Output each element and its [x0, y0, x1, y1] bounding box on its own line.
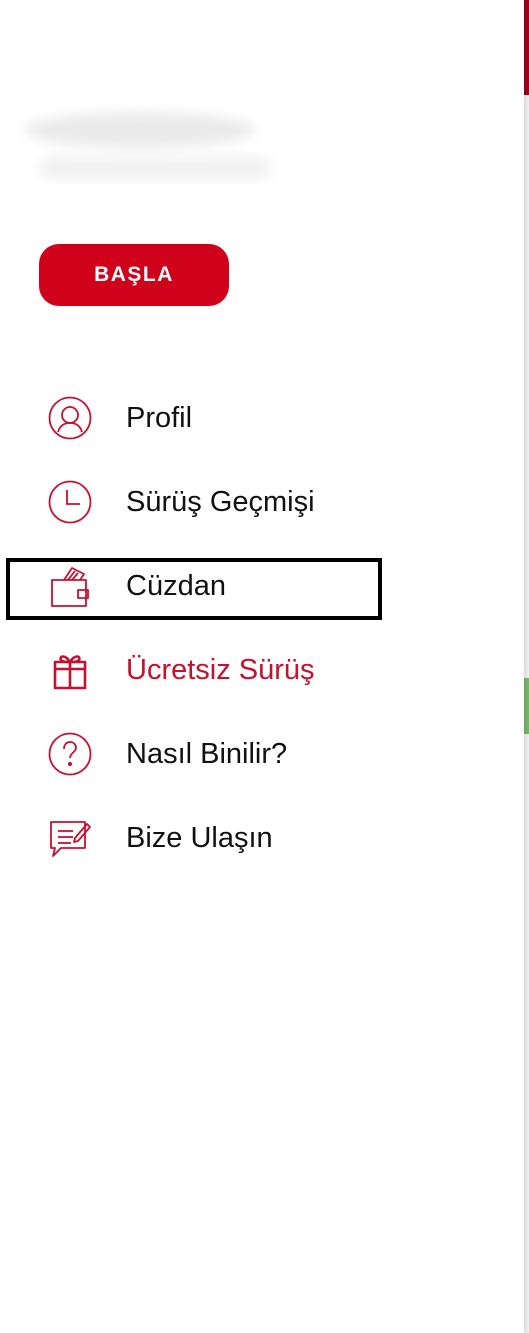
menu-item-label: Profil: [126, 401, 193, 434]
menu-item-how-to-ride[interactable]: Nasıl Binilir?: [0, 712, 524, 796]
menu-item-label: Cüzdan: [126, 569, 226, 602]
gift-icon: [46, 646, 94, 694]
navigation-drawer: BAŞLA Profil Sürüş Geçmişi Cüzdan Ücrets…: [0, 0, 524, 1333]
background-app-edge: [524, 0, 529, 1333]
menu-item-free-ride[interactable]: Ücretsiz Sürüş: [0, 628, 524, 712]
menu-item-wallet[interactable]: Cüzdan: [0, 544, 524, 628]
question-icon: [46, 730, 94, 778]
wallet-icon: [46, 562, 94, 610]
menu-item-label: Bize Ulaşın: [126, 821, 273, 854]
message-icon: [46, 814, 94, 862]
menu-item-ride-history[interactable]: Sürüş Geçmişi: [0, 460, 524, 544]
menu-item-profile[interactable]: Profil: [0, 376, 524, 460]
background-marker: [524, 678, 529, 734]
menu-item-label: Sürüş Geçmişi: [126, 485, 315, 518]
menu-item-contact-us[interactable]: Bize Ulaşın: [0, 796, 524, 880]
app-logo: [20, 95, 280, 195]
clock-icon: [46, 478, 94, 526]
menu-item-label: Nasıl Binilir?: [126, 737, 288, 770]
start-button[interactable]: BAŞLA: [39, 244, 229, 306]
profile-icon: [46, 394, 94, 442]
menu-item-label: Ücretsiz Sürüş: [126, 653, 315, 686]
background-header: [524, 0, 529, 95]
